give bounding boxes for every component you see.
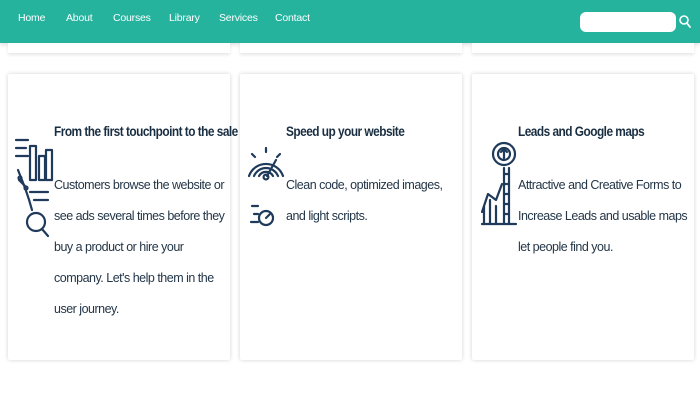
card-title: From the first touchpoint to the sale [54,124,238,139]
feature-card: Speed up your website Clean code, optimi… [240,74,462,360]
card-description: Clean code, optimized images, and light … [286,178,443,223]
top-navigation-bar: Home About Courses Library Services Cont… [0,0,700,43]
nav-library-link[interactable]: Library [169,12,200,24]
search-icon[interactable] [678,14,692,30]
previous-card-edge [472,43,694,53]
growth-chart-icon [478,134,518,269]
card-title: Speed up your website [286,124,405,139]
speedometer-icon [246,134,286,269]
customer-journey-icon [14,130,54,265]
nav-courses-link[interactable]: Courses [113,12,151,24]
search-input[interactable] [580,12,676,32]
nav-about-link[interactable]: About [66,12,93,24]
card-description: Customers browse the website or see ads … [54,178,225,316]
card-title: Leads and Google maps [518,124,645,139]
previous-card-edge [240,43,462,53]
feature-card: From the first touchpoint to the sale Cu… [8,74,238,360]
nav-home-link[interactable]: Home [18,12,45,24]
feature-card: Leads and Google maps Attractive and Cre… [472,74,694,360]
nav-services-link[interactable]: Services [219,12,258,24]
nav-contact-link[interactable]: Contact [275,12,310,24]
previous-card-edge [8,43,230,53]
card-description: Attractive and Creative Forms to Increas… [518,178,688,254]
